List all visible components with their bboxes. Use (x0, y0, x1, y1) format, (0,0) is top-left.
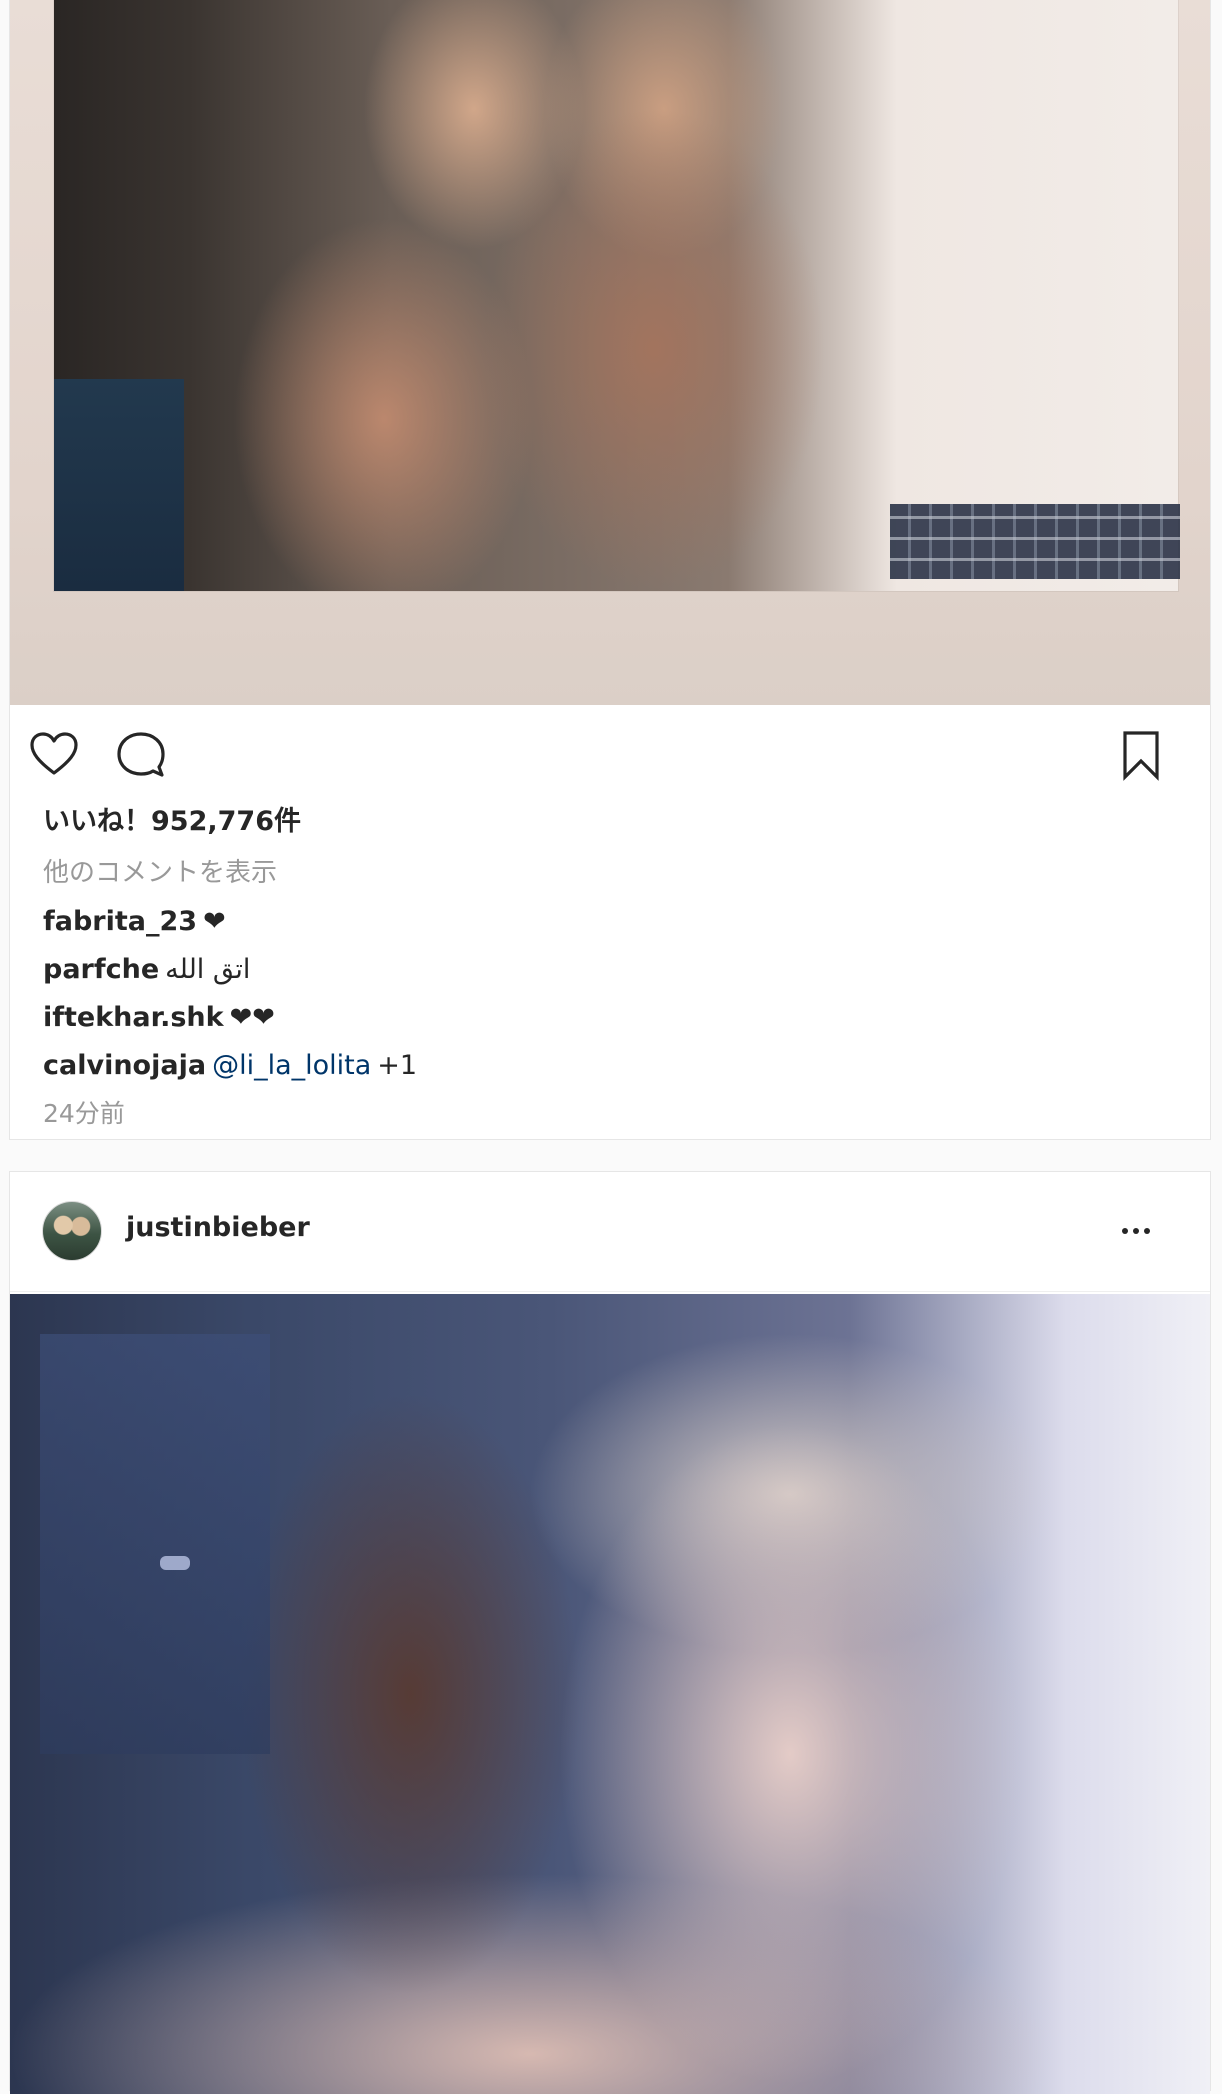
feed-post: justinbieber (9, 1171, 1211, 2094)
comment-username[interactable]: calvinojaja (43, 1050, 206, 1081)
heart-icon (30, 732, 78, 775)
more-options-button[interactable] (1110, 1210, 1160, 1250)
photo-detail (890, 504, 1180, 579)
post-timestamp[interactable]: 24分前 (43, 1094, 125, 1130)
save-button[interactable] (1115, 729, 1167, 781)
comment-mention[interactable]: @li_la_lolita (212, 1050, 371, 1081)
post-header: justinbieber (10, 1172, 1210, 1292)
photo-detail (40, 1334, 270, 1754)
comment-username[interactable]: parfche (43, 954, 159, 985)
comment-text: ❤❤ (229, 1002, 275, 1033)
comment-text: اتق الله (165, 954, 251, 985)
comment-username[interactable]: iftekhar.shk (43, 1002, 224, 1033)
bookmark-icon (1123, 731, 1159, 781)
comment-text: +1 (377, 1050, 418, 1081)
feed-post: いいね！952,776件 他のコメントを表示 fabrita_23 ❤ parfc… (9, 0, 1211, 1140)
more-options-icon (1122, 1228, 1150, 1234)
comment-username[interactable]: fabrita_23 (43, 906, 197, 937)
comment-item: fabrita_23 ❤ (43, 902, 1183, 950)
comment-icon (117, 732, 165, 777)
comment-item: calvinojaja @li_la_lolita +1 (43, 1046, 1183, 1094)
view-more-comments-link[interactable]: 他のコメントを表示 (43, 852, 277, 889)
comment-button[interactable] (115, 729, 167, 781)
like-button[interactable] (28, 729, 80, 781)
comment-item: parfche اتق الله (43, 950, 1183, 998)
post-photo[interactable] (10, 1294, 1210, 2094)
polaroid-image (54, 0, 1178, 591)
comment-item: iftekhar.shk ❤❤ (43, 998, 1183, 1046)
like-count[interactable]: いいね！952,776件 (43, 799, 301, 838)
post-actions (10, 715, 1210, 785)
photo-detail (54, 379, 184, 591)
comment-list: fabrita_23 ❤ parfche اتق الله iftekhar.shk… (43, 902, 1183, 1094)
post-username[interactable]: justinbieber (126, 1212, 310, 1243)
photo-detail (160, 1556, 190, 1570)
post-photo[interactable] (10, 0, 1210, 705)
comment-text: ❤ (203, 906, 226, 937)
avatar[interactable] (42, 1201, 102, 1261)
